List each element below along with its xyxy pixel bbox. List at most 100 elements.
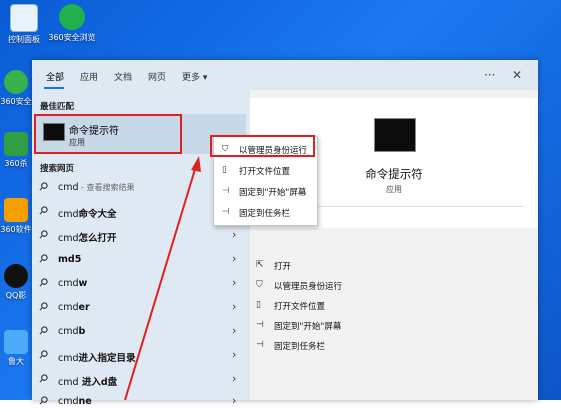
action-label: 打开: [274, 262, 292, 272]
row-suggestion: b: [78, 326, 86, 337]
360-software-icon: [4, 198, 28, 222]
desktop-icon-control-panel[interactable]: 控制面板: [0, 4, 48, 45]
row-query: cmd: [58, 233, 79, 244]
list-item[interactable]: cmder ›: [32, 298, 248, 318]
desktop-side-icon-1[interactable]: 360安全: [0, 70, 32, 107]
chevron-right-icon[interactable]: ›: [232, 372, 236, 385]
context-item-label: 打开文件位置: [239, 167, 291, 177]
active-tab-indicator: [44, 87, 64, 89]
command-prompt-large-icon: [374, 118, 416, 152]
file-location-icon: ▯: [256, 300, 261, 310]
list-item[interactable]: md5 ›: [32, 250, 248, 270]
qq-video-icon: [4, 264, 28, 288]
action-pin-to-start[interactable]: ⊣ 固定到"开始"屏幕: [256, 320, 342, 332]
list-item[interactable]: cmd怎么打开 ›: [32, 226, 248, 246]
search-icon: [39, 326, 48, 335]
desktop-side-icon-3[interactable]: 360软件: [0, 198, 32, 235]
best-match-heading: 最佳匹配: [40, 102, 75, 112]
context-item-label: 固定到"开始"屏幕: [239, 188, 307, 198]
search-icon: [39, 278, 48, 287]
action-open[interactable]: ⇱ 打开: [256, 260, 292, 272]
row-query: cmd: [58, 182, 79, 193]
desktop-icon-label: 360安全浏览: [48, 33, 96, 42]
chevron-right-icon[interactable]: ›: [232, 252, 236, 265]
row-query: cmd: [58, 326, 79, 337]
close-button[interactable]: ✕: [512, 68, 522, 82]
list-item[interactable]: cmd 进入d盘 ›: [32, 370, 248, 390]
row-query: cmd: [58, 209, 79, 220]
side-icon-label: 360安全: [0, 97, 32, 106]
chevron-right-icon[interactable]: ›: [232, 276, 236, 289]
tab-apps[interactable]: 应用: [80, 70, 98, 83]
chevron-right-icon[interactable]: ›: [232, 228, 236, 241]
row-suggestion: ne: [78, 396, 92, 407]
search-icon: [39, 230, 48, 239]
list-item[interactable]: cmdb ›: [32, 322, 248, 342]
tab-more[interactable]: 更多 ▾: [182, 70, 207, 83]
search-icon: [39, 302, 48, 311]
search-icon: [39, 374, 48, 383]
row-hint: - 查看搜索结果: [78, 183, 135, 192]
search-icon: [39, 206, 48, 215]
context-pin-to-taskbar[interactable]: ⊣ 固定到任务栏: [214, 202, 317, 222]
ludashi-icon: [4, 330, 28, 354]
desktop-side-icon-5[interactable]: 鲁大: [0, 330, 32, 367]
row-query: cmd: [58, 353, 79, 364]
side-icon-label: QQ影: [5, 291, 27, 300]
action-pin-to-taskbar[interactable]: ⊣ 固定到任务栏: [256, 340, 326, 352]
file-location-icon: ▯: [222, 165, 227, 175]
list-item[interactable]: cmd进入指定目录 ›: [32, 346, 248, 366]
chevron-right-icon[interactable]: ›: [232, 300, 236, 313]
pin-icon: ⊣: [222, 186, 230, 196]
row-suggestion: 命令大全: [78, 209, 117, 220]
search-icon: [39, 350, 48, 359]
shield-icon: ⛉: [256, 280, 263, 290]
row-query: cmd: [58, 377, 79, 388]
action-run-as-admin[interactable]: ⛉ 以管理员身份运行: [256, 280, 343, 292]
action-label: 以管理员身份运行: [274, 282, 343, 292]
tab-documents[interactable]: 文档: [114, 70, 132, 83]
chevron-right-icon[interactable]: ›: [232, 394, 236, 407]
search-icon: [39, 182, 48, 191]
context-highlight-box: [210, 135, 315, 157]
pin-icon: ⊣: [256, 320, 264, 330]
row-query: md5: [58, 254, 82, 265]
control-panel-icon: [10, 4, 38, 32]
chevron-right-icon[interactable]: ›: [232, 324, 236, 337]
tab-web[interactable]: 网页: [148, 70, 166, 83]
row-suggestion: 进入d盘: [78, 377, 118, 388]
search-icon: [39, 254, 48, 263]
desktop-side-icon-2[interactable]: 360杀: [0, 132, 32, 169]
row-suggestion: w: [78, 278, 88, 289]
360-browser-icon: [59, 4, 85, 30]
list-item[interactable]: cmdw ›: [32, 274, 248, 294]
web-search-heading: 搜索网页: [40, 164, 75, 174]
desktop-icon-label: 控制面板: [8, 35, 40, 44]
action-label: 打开文件位置: [274, 302, 326, 312]
360-antivirus-icon: [4, 132, 28, 156]
best-match-highlight-box: [34, 114, 182, 154]
context-item-label: 固定到任务栏: [239, 209, 291, 219]
more-options-button[interactable]: ···: [484, 68, 495, 82]
row-query: cmd: [58, 302, 79, 313]
desktop-side-icon-4[interactable]: QQ影: [0, 264, 32, 301]
tab-all[interactable]: 全部: [46, 70, 64, 83]
search-icon: [39, 396, 48, 405]
action-label: 固定到"开始"屏幕: [274, 322, 342, 332]
context-open-file-location[interactable]: ▯ 打开文件位置: [214, 160, 317, 180]
desktop-icon-360-browser[interactable]: 360安全浏览: [48, 4, 96, 43]
open-icon: ⇱: [256, 260, 264, 270]
side-icon-label: 360软件: [0, 225, 32, 234]
side-icon-label: 鲁大: [8, 357, 24, 366]
context-pin-to-start[interactable]: ⊣ 固定到"开始"屏幕: [214, 181, 317, 201]
chevron-right-icon[interactable]: ›: [232, 348, 236, 361]
action-label: 固定到任务栏: [274, 342, 326, 352]
list-item[interactable]: cmdne ›: [32, 392, 248, 412]
action-open-file-location[interactable]: ▯ 打开文件位置: [256, 300, 326, 312]
search-panel: 全部 应用 文档 网页 更多 ▾ ··· ✕ 最佳匹配 命令提示符 应用 搜索网…: [32, 60, 538, 407]
side-icon-label: 360杀: [4, 159, 28, 168]
pin-icon: ⊣: [256, 340, 264, 350]
row-suggestion: 怎么打开: [78, 233, 117, 244]
row-query: cmd: [58, 278, 79, 289]
search-tabs: 全部 应用 文档 网页 更多 ▾ ··· ✕: [32, 60, 538, 90]
